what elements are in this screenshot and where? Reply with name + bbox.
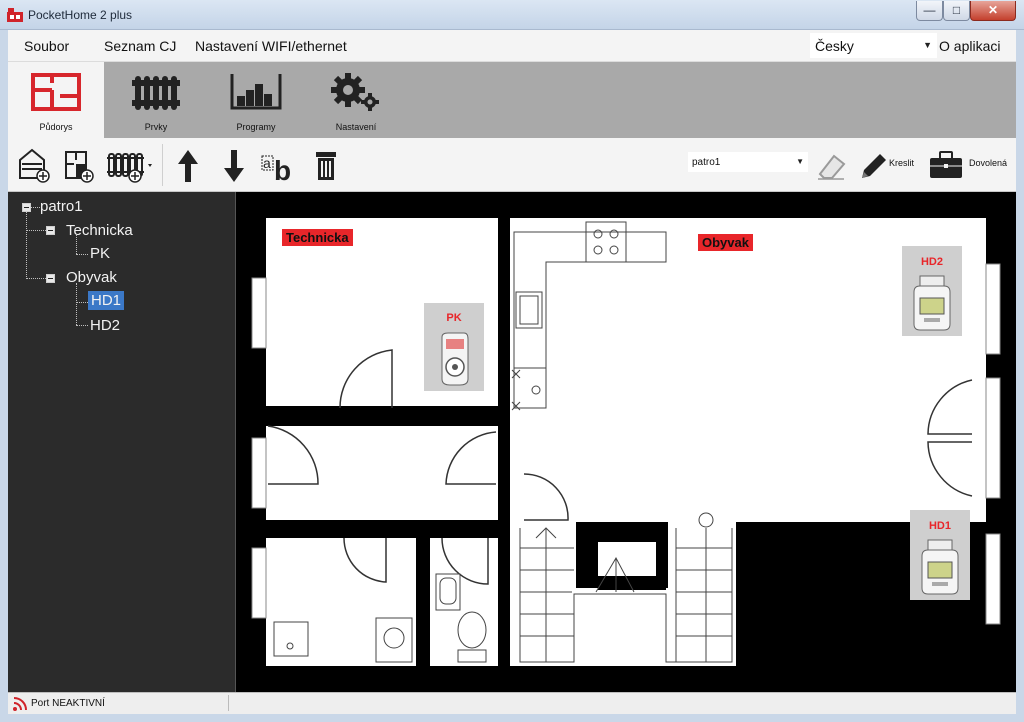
menu-bar: Soubor Seznam CJ Nastavení WIFI/ethernet… [8, 30, 1016, 62]
status-bar: Port NEAKTIVNÍ [8, 692, 1016, 714]
arrow-up-icon [178, 150, 198, 182]
holiday-label[interactable]: Dovolená [969, 158, 1007, 168]
tree-connector [76, 302, 88, 303]
port-status: Port NEAKTIVNÍ [31, 698, 105, 709]
room-label-technicka[interactable]: Technicka [282, 229, 353, 246]
tab-pudorys[interactable]: Půdorys [8, 62, 104, 138]
maximize-button[interactable]: □ [943, 1, 970, 21]
tree-connector [26, 278, 48, 279]
device-label: HD1 [928, 520, 951, 532]
room-label-obyvak[interactable]: Obyvak [698, 234, 753, 251]
tree-node-floor[interactable]: patro1 [40, 198, 83, 215]
menu-soubor[interactable]: Soubor [24, 38, 69, 54]
thermostat-head-icon [913, 275, 951, 331]
svg-text:a: a [263, 155, 271, 171]
floor-select[interactable]: patro1 ▼ [688, 152, 808, 172]
close-button[interactable]: ✕ [970, 1, 1016, 21]
add-radiator-icon [107, 153, 152, 183]
draw-label[interactable]: Kreslit [889, 158, 914, 168]
tab-label: Prvky [144, 122, 168, 132]
add-floor-button[interactable] [14, 144, 54, 186]
floor-select-value: patro1 [692, 157, 721, 168]
tree-connector [76, 325, 88, 326]
chevron-down-icon: ▼ [923, 40, 932, 50]
status-separator [228, 695, 229, 711]
delete-button[interactable] [306, 144, 346, 186]
eraser-icon [818, 154, 846, 180]
rename-button[interactable]: a b [258, 144, 298, 186]
minimize-button[interactable]: — [916, 1, 943, 21]
add-room-icon [65, 151, 94, 183]
menu-nastaveni-wifi[interactable]: Nastavení WIFI/ethernet [195, 38, 347, 54]
floorplan-icon [31, 73, 81, 111]
tree-node-device[interactable]: PK [90, 245, 110, 262]
thermostat-head-icon [921, 539, 959, 595]
menu-seznam-cj[interactable]: Seznam CJ [104, 38, 176, 54]
move-up-button[interactable] [168, 144, 208, 186]
tree-node-device[interactable]: HD2 [90, 317, 120, 334]
svg-text:b: b [274, 155, 291, 184]
expand-toggle[interactable] [46, 274, 55, 283]
title-bar[interactable]: PocketHome 2 plus — □ ✕ [0, 0, 1024, 30]
device-hd1[interactable]: HD1 [910, 510, 970, 600]
tree-connector [26, 230, 48, 231]
device-hd2[interactable]: HD2 [902, 246, 962, 336]
move-down-button[interactable] [214, 144, 254, 186]
tree-node-room[interactable]: Technicka [66, 222, 133, 239]
holiday-button[interactable] [926, 144, 966, 186]
floorplan-drawing[interactable] [246, 198, 1016, 688]
expand-toggle[interactable] [22, 203, 31, 212]
radiator-icon [132, 76, 180, 110]
chart-icon [230, 74, 282, 110]
add-floor-icon [19, 148, 50, 183]
tree-connector [30, 207, 40, 208]
tree-connector [26, 211, 27, 277]
briefcase-icon [930, 151, 962, 178]
menu-o-aplikaci[interactable]: O aplikaci [939, 38, 1000, 54]
eraser-button[interactable] [812, 144, 852, 186]
device-label: HD2 [920, 256, 943, 268]
toolbar: a b patro1 ▼ Kreslit Dovolená [8, 138, 1016, 192]
trash-icon [316, 152, 336, 180]
language-value: Česky [815, 38, 854, 54]
device-label: PK [446, 312, 462, 324]
tree-connector [76, 283, 77, 325]
language-select[interactable]: Česky ▼ [810, 33, 937, 58]
tab-programy[interactable]: Programy [208, 62, 304, 138]
pencil-icon [862, 154, 886, 178]
smart-plug-icon [441, 332, 469, 386]
expand-toggle[interactable] [46, 226, 55, 235]
tree-connector [76, 254, 88, 255]
tab-label: Nastavení [335, 122, 377, 132]
floor-tree: patro1 Technicka PK Obyvak HD1 HD2 [8, 192, 236, 692]
device-pk[interactable]: PK [424, 303, 484, 391]
tab-label: Programy [236, 122, 276, 132]
window-title: PocketHome 2 plus [28, 8, 133, 22]
tab-label: Půdorys [39, 122, 73, 132]
ribbon-tabs: Půdorys Prvky Programy Nastavení [8, 62, 1016, 138]
tab-nastaveni[interactable]: Nastavení [308, 62, 404, 138]
add-room-button[interactable] [58, 144, 98, 186]
draw-button[interactable] [854, 144, 894, 186]
tree-node-device-selected[interactable]: HD1 [88, 291, 125, 310]
add-device-button[interactable] [104, 144, 156, 186]
toolbar-separator [162, 144, 163, 186]
tree-node-room[interactable]: Obyvak [66, 269, 117, 286]
gears-icon [331, 73, 379, 111]
wireless-signal-icon [13, 697, 27, 711]
app-logo-icon [7, 8, 23, 22]
arrow-down-icon [224, 150, 244, 182]
rename-text-icon: a b [261, 155, 291, 184]
chevron-down-icon: ▼ [796, 157, 804, 166]
tab-prvky[interactable]: Prvky [108, 62, 204, 138]
